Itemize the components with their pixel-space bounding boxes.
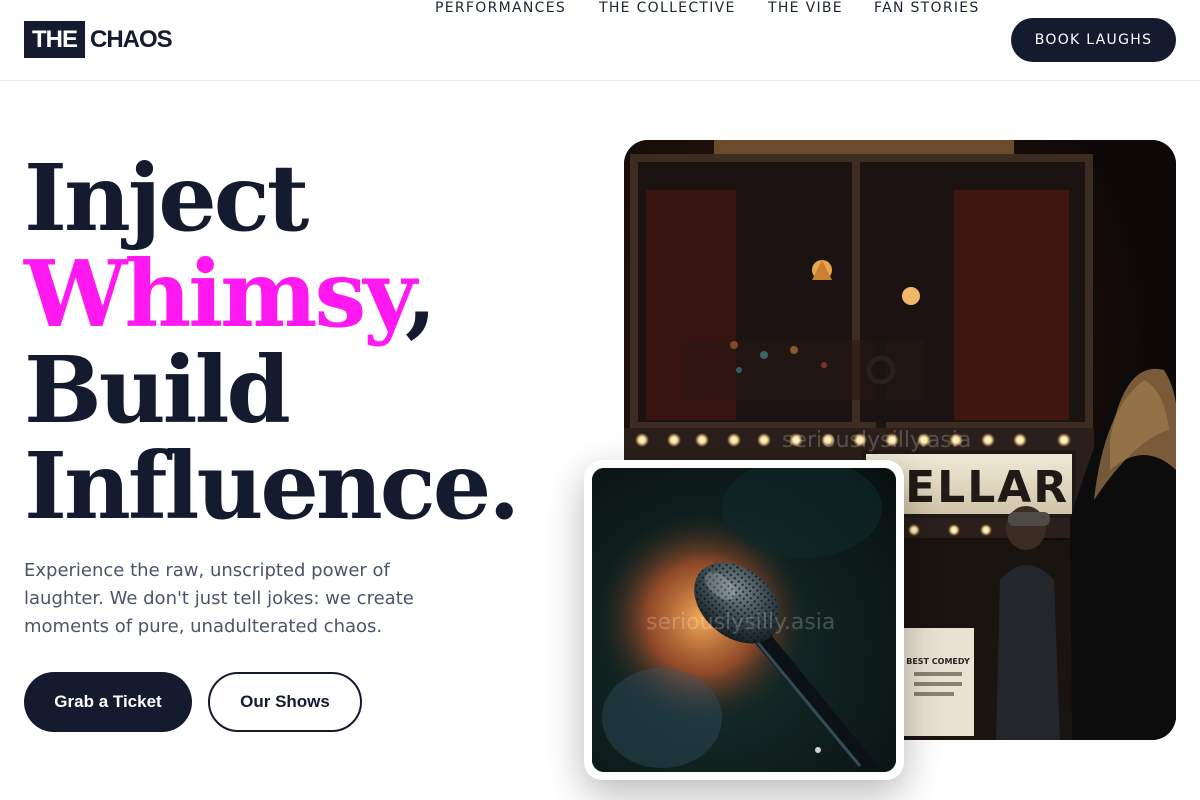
headline-comma: , [404, 240, 437, 348]
nav-link-the-vibe[interactable]: THE VIBE [768, 0, 843, 16]
nav-link-fan-stories[interactable]: FAN STORIES [874, 0, 980, 16]
logo-mark: THE [24, 21, 85, 58]
nav-link-the-collective[interactable]: THE COLLECTIVE [599, 0, 736, 16]
hero-tagline: Experience the raw, unscripted power of … [24, 560, 414, 637]
poster-text: BEST COMEDY [906, 657, 970, 666]
headline-accent-word: Whimsy [24, 240, 408, 348]
microphone-card [584, 460, 904, 780]
headline-line-1: Inject [24, 144, 309, 252]
grab-ticket-button[interactable]: Grab a Ticket [24, 672, 192, 732]
site-header: THE CHAOS PERFORMANCES THE COLLECTIVE TH… [0, 0, 1200, 81]
book-laughs-button[interactable]: BOOK LAUGHS [1011, 18, 1176, 62]
logo-wordmark: CHAOS [90, 25, 173, 53]
hero-headline: Inject Whimsy, Build Influence. [24, 150, 584, 534]
nav-link-performances[interactable]: PERFORMANCES [435, 0, 566, 16]
brand-logo[interactable]: THE CHAOS [24, 21, 173, 58]
microphone-photo [592, 468, 896, 772]
headline-line-2: Whimsy, [24, 246, 584, 342]
headline-line-4: Influence. [24, 432, 520, 540]
headline-line-3: Build [24, 336, 291, 444]
our-shows-button[interactable]: Our Shows [208, 672, 362, 732]
